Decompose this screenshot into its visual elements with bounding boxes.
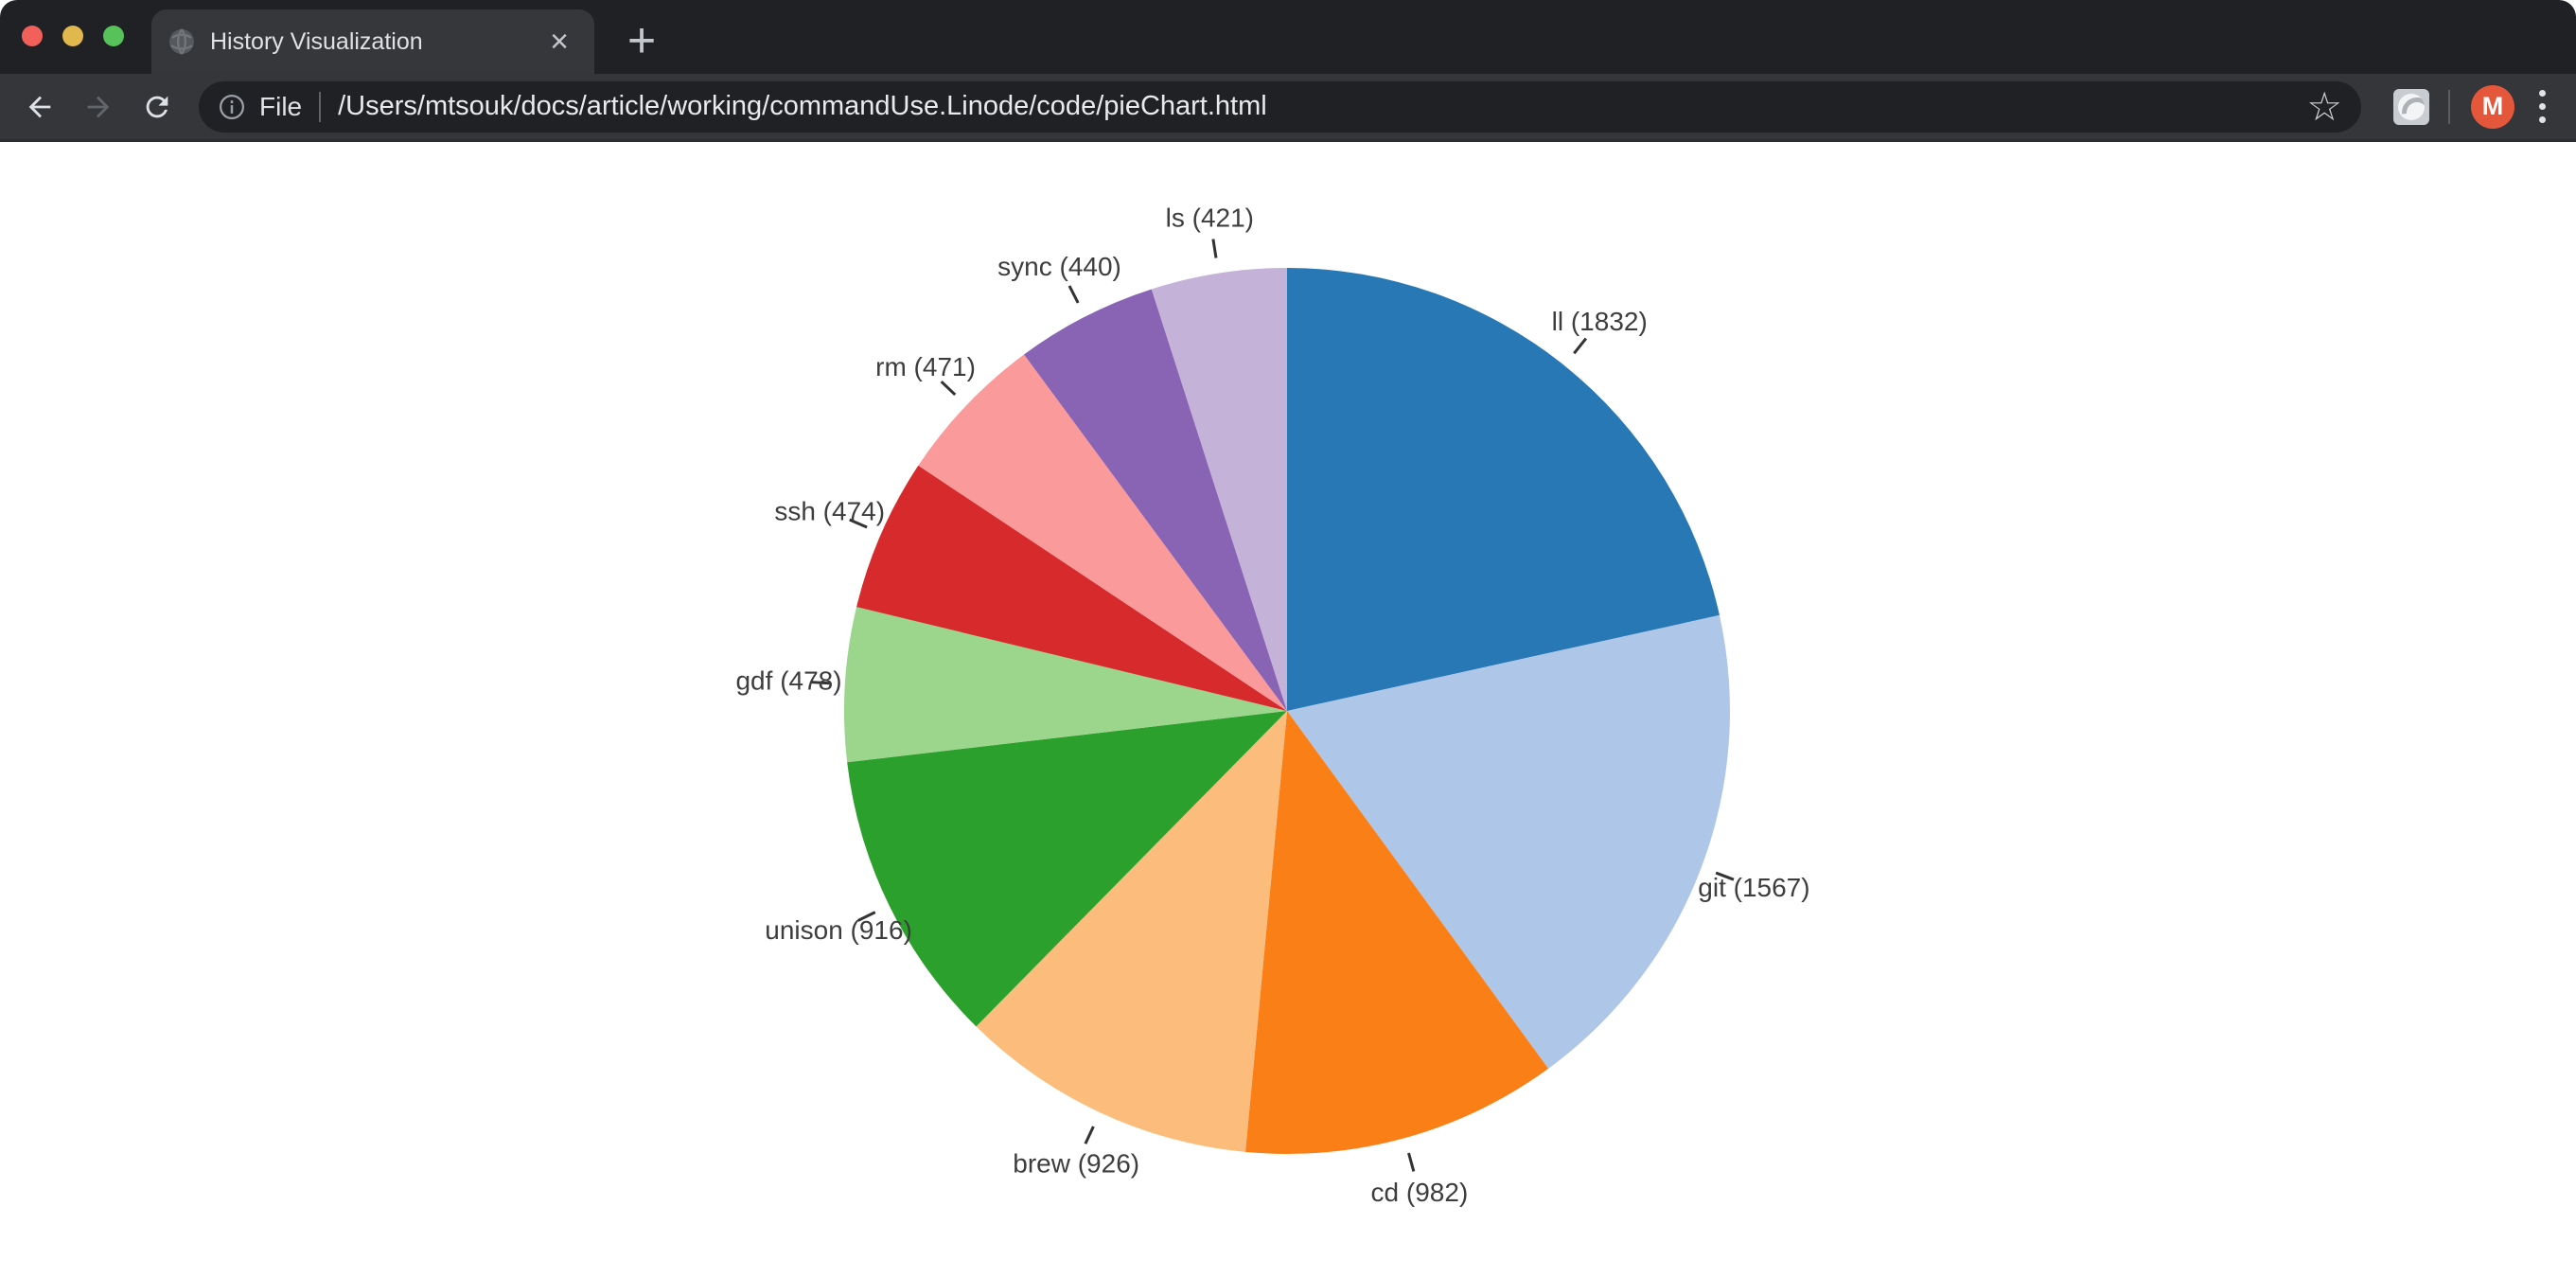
page-info-icon[interactable] — [218, 93, 246, 121]
pie-label-tick-ls — [1213, 239, 1216, 258]
pie-label-tick-cd — [1408, 1153, 1413, 1171]
pie-label-brew: brew (926) — [1013, 1149, 1139, 1179]
new-tab-button[interactable]: + — [617, 16, 666, 65]
pie-label-tick-ll — [1574, 339, 1586, 354]
url-path-text[interactable]: /Users/mtsouk/docs/article/working/comma… — [338, 91, 2295, 122]
tab-history-visualization[interactable]: History Visualization × — [151, 9, 594, 74]
minimize-window-button[interactable] — [62, 26, 83, 46]
pie-label-tick-brew — [1085, 1126, 1094, 1144]
window-controls — [22, 26, 124, 46]
globe-favicon-icon — [168, 28, 195, 55]
tab-close-icon[interactable]: × — [541, 24, 577, 60]
pie-label-rm: rm (471) — [875, 352, 976, 381]
browser-menu-button[interactable] — [2535, 86, 2550, 127]
pie-label-sync: sync (440) — [997, 252, 1121, 281]
pie-label-git: git (1567) — [1698, 873, 1809, 902]
menu-dot — [2539, 90, 2546, 97]
url-separator — [319, 92, 321, 122]
refresh-icon — [141, 91, 173, 123]
extension-button[interactable] — [2393, 89, 2429, 125]
close-window-button[interactable] — [22, 26, 43, 46]
page-content: ll (1832) git (1567) cd (982) brew (926) uni… — [0, 142, 2576, 1277]
browser-window: History Visualization × + — [0, 0, 2576, 1277]
zoom-window-button[interactable] — [103, 26, 124, 46]
menu-dot — [2539, 103, 2546, 110]
pie-label-tick-sync — [1069, 286, 1078, 303]
bookmark-star-icon[interactable]: ☆ — [2306, 87, 2342, 127]
pie-label-ssh: ssh (474) — [774, 496, 885, 525]
pie-label-gdf: gdf (478) — [735, 666, 841, 696]
arrow-left-icon — [24, 91, 56, 123]
tab-title: History Visualization — [210, 28, 541, 56]
tab-strip: History Visualization × + — [0, 0, 2576, 74]
pie-label-unison: unison (916) — [765, 915, 912, 945]
arrow-right-icon — [82, 91, 115, 123]
pie-label-cd: cd (982) — [1371, 1178, 1469, 1207]
pie-chart: ll (1832) git (1567) cd (982) brew (926) uni… — [0, 142, 2576, 1277]
menu-dot — [2539, 116, 2546, 123]
forward-button[interactable] — [76, 84, 121, 130]
pie-label-ls: ls (421) — [1166, 203, 1254, 232]
pie-label-ll: ll (1832) — [1552, 307, 1648, 336]
toolbar-separator — [2448, 90, 2450, 124]
extension-swirl-icon — [2398, 94, 2425, 120]
pie-label-tick-rm — [942, 381, 956, 395]
reload-button[interactable] — [134, 84, 180, 130]
back-button[interactable] — [17, 84, 62, 130]
profile-avatar[interactable]: M — [2471, 85, 2514, 129]
url-scheme-label: File — [259, 92, 302, 122]
browser-toolbar: File /Users/mtsouk/docs/article/working/… — [0, 74, 2576, 142]
address-bar[interactable]: File /Users/mtsouk/docs/article/working/… — [199, 81, 2361, 133]
